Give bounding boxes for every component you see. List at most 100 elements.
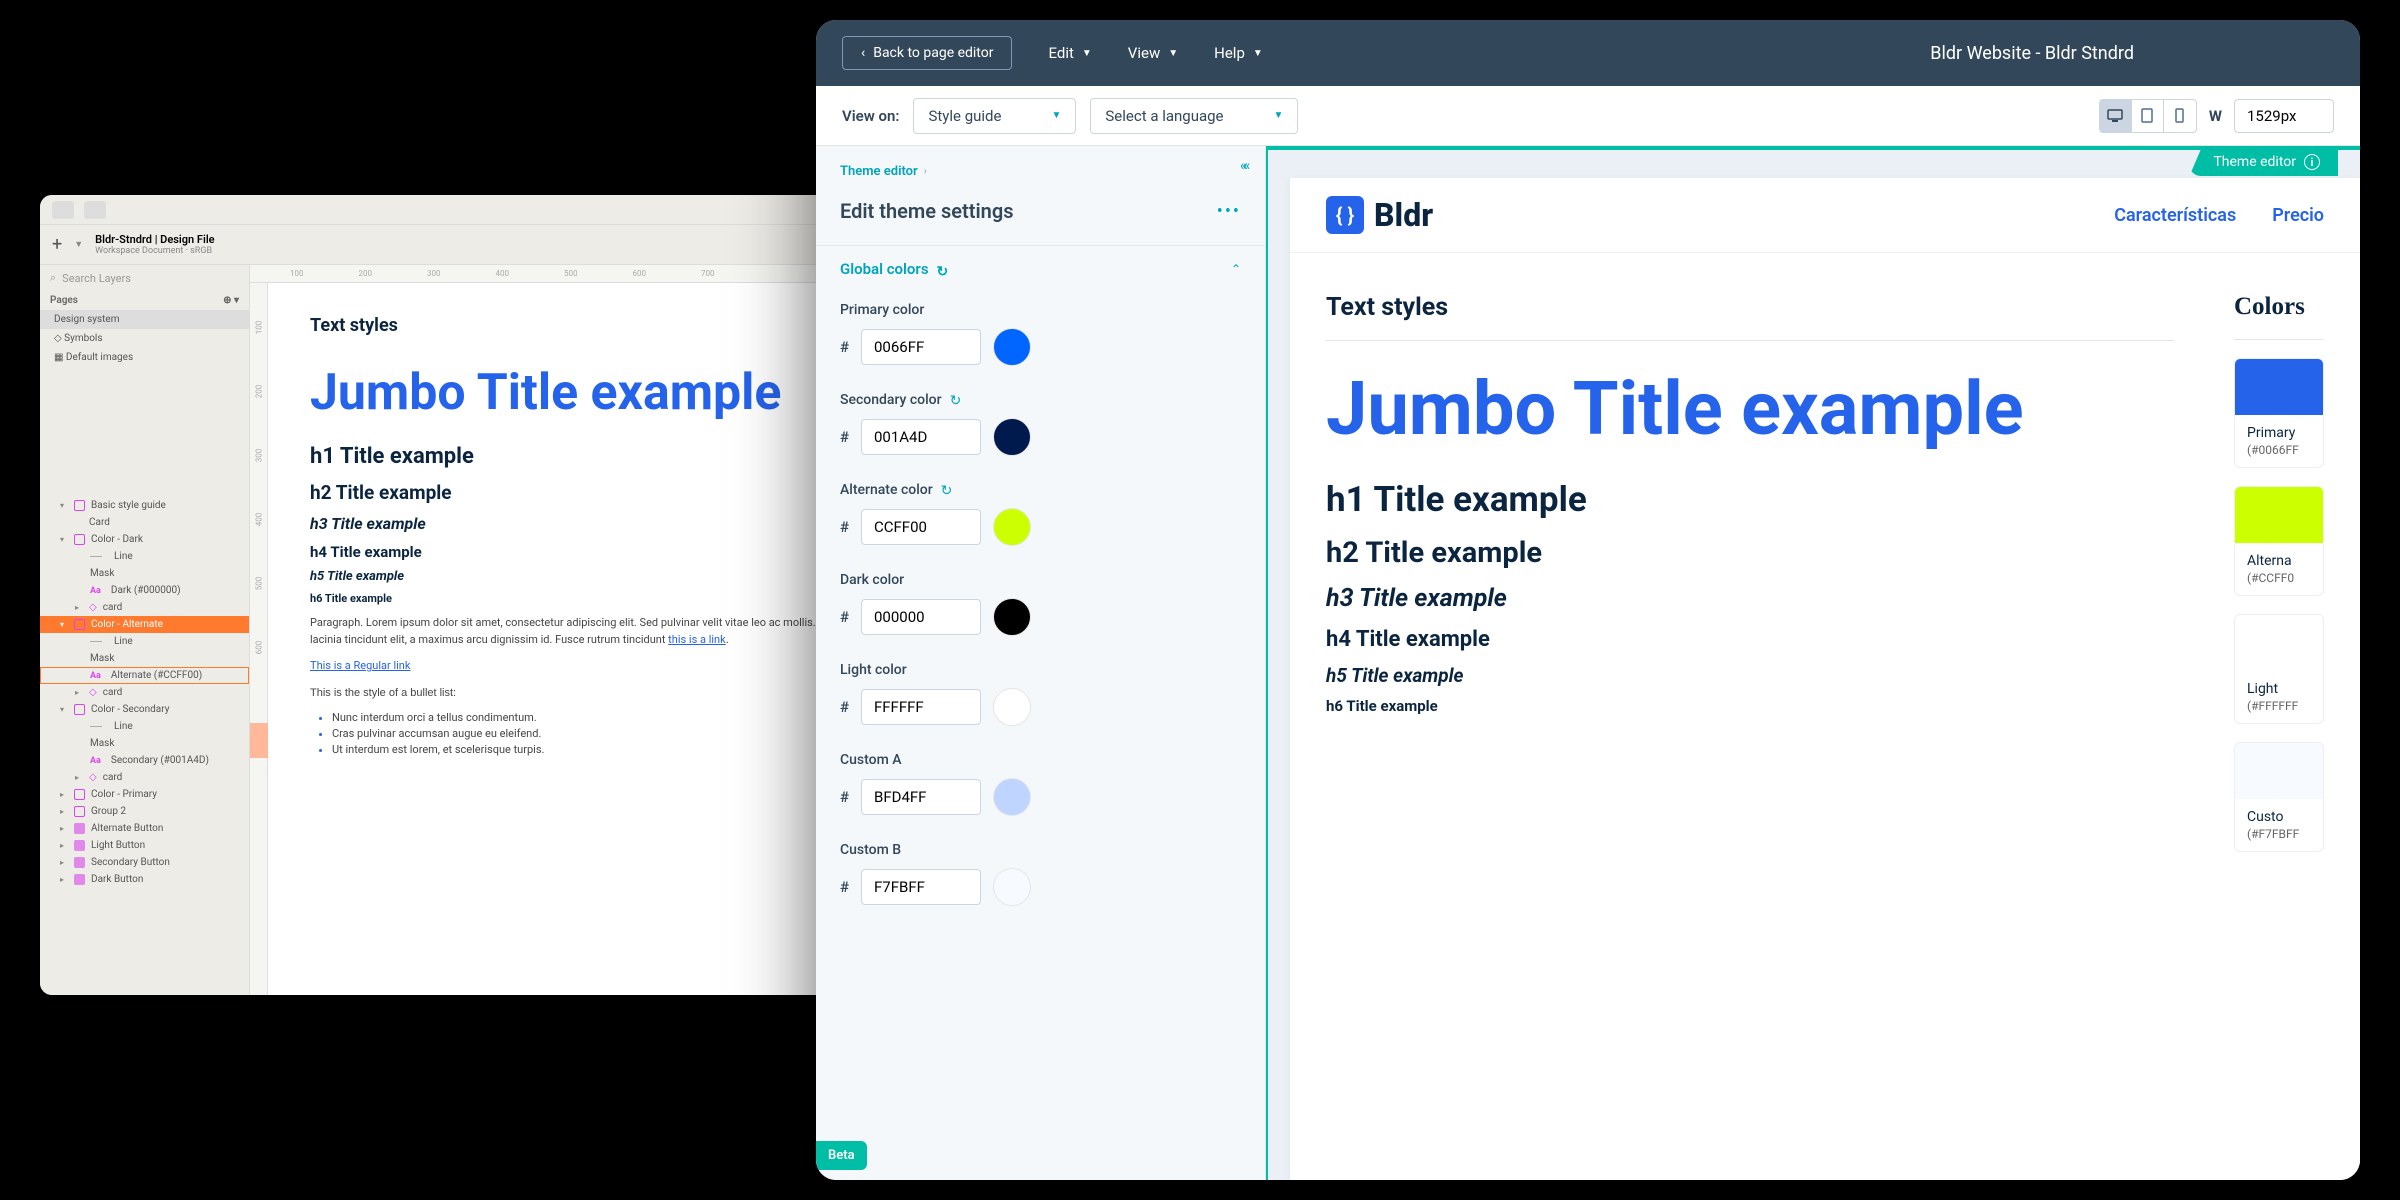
- hash-label: #: [840, 698, 849, 716]
- preview-h3: h3 Title example: [1326, 584, 2174, 613]
- menu-help[interactable]: Help ▼: [1214, 44, 1263, 62]
- layer-item[interactable]: Mask: [40, 565, 249, 582]
- viewport-tablet-button[interactable]: [2132, 100, 2164, 132]
- layer-item[interactable]: AaDark (#000000): [40, 582, 249, 599]
- color-swatch-large: [2235, 743, 2323, 799]
- add-page-button[interactable]: +: [52, 234, 62, 255]
- layer-item[interactable]: ▾Color - Alternate: [40, 616, 249, 633]
- color-swatch[interactable]: [993, 688, 1031, 726]
- color-card: Alterna(#CCFF0: [2234, 486, 2324, 596]
- language-dropdown[interactable]: Select a language▼: [1090, 98, 1298, 134]
- layer-item[interactable]: ▸Color - Primary: [40, 786, 249, 803]
- layer-item[interactable]: Card: [40, 514, 249, 531]
- layer-item[interactable]: AaAlternate (#CCFF00): [40, 667, 249, 684]
- color-name: Light: [2247, 681, 2311, 697]
- color-hex-input[interactable]: [861, 869, 981, 905]
- nav-link[interactable]: Precio: [2272, 205, 2324, 226]
- collapse-panel-button[interactable]: ««: [1240, 158, 1247, 174]
- color-hex: (#0066FF: [2247, 443, 2311, 457]
- color-swatch[interactable]: [993, 868, 1031, 906]
- layer-item[interactable]: ▸◇card: [40, 599, 249, 616]
- color-field: Custom A#: [816, 742, 1265, 832]
- page-item[interactable]: Design system: [40, 310, 249, 329]
- vertical-ruler: 100200300400500600: [250, 283, 268, 995]
- breadcrumb[interactable]: Theme editor›: [816, 146, 1265, 189]
- layer-item[interactable]: Line: [40, 633, 249, 650]
- page-item[interactable]: ◇ Symbols: [40, 329, 249, 348]
- layer-item[interactable]: Line: [40, 548, 249, 565]
- grid-icon[interactable]: [84, 201, 106, 219]
- color-field: Primary color#: [816, 292, 1265, 382]
- more-options-button[interactable]: •••: [1217, 201, 1241, 222]
- inline-link[interactable]: this is a link: [668, 633, 726, 646]
- color-hex-input[interactable]: [861, 509, 981, 545]
- search-layers[interactable]: ⌕Search Layers: [40, 265, 249, 291]
- color-swatch[interactable]: [993, 328, 1031, 366]
- layer-item[interactable]: ▸Alternate Button: [40, 820, 249, 837]
- back-to-page-editor-button[interactable]: ‹Back to page editor: [842, 36, 1012, 70]
- layer-item[interactable]: Mask: [40, 650, 249, 667]
- h3-example: h3 Title example: [310, 514, 880, 533]
- sidebar-toggle-icon[interactable]: [52, 201, 74, 219]
- add-page-icon[interactable]: ⊕ ▾: [223, 295, 239, 306]
- layer-item[interactable]: ▸Secondary Button: [40, 854, 249, 871]
- color-swatch[interactable]: [993, 508, 1031, 546]
- field-label: Custom A: [840, 752, 1241, 768]
- color-hex: (#F7FBFF: [2247, 827, 2311, 841]
- list-item: Cras pulvinar accumsan augue eu eleifend…: [332, 727, 880, 740]
- field-label: Dark color: [840, 572, 1241, 588]
- layer-item[interactable]: ▸Group 2: [40, 803, 249, 820]
- layer-item[interactable]: ▸Light Button: [40, 837, 249, 854]
- color-hex-input[interactable]: [861, 689, 981, 725]
- color-swatch[interactable]: [993, 598, 1031, 636]
- color-hex-input[interactable]: [861, 779, 981, 815]
- color-hex-input[interactable]: [861, 329, 981, 365]
- menu-view[interactable]: View ▼: [1128, 44, 1178, 62]
- color-field: Custom B#: [816, 832, 1265, 922]
- color-card: Custo (#F7FBFF: [2234, 742, 2324, 852]
- layer-item[interactable]: ▾Color - Dark: [40, 531, 249, 548]
- viewport-desktop-button[interactable]: [2100, 100, 2132, 132]
- design-tool-header: + ▼ Bldr-Stndrd | Design File Workspace …: [40, 225, 890, 265]
- viewon-label: View on:: [842, 107, 899, 125]
- website-preview: { } Bldr CaracterísticasPrecio Text styl…: [1290, 178, 2360, 1180]
- layer-item[interactable]: ▸Dark Button: [40, 871, 249, 888]
- sync-icon: [950, 393, 964, 407]
- hash-label: #: [840, 518, 849, 536]
- document-title: Bldr-Stndrd | Design File: [95, 233, 214, 246]
- color-name: Custo: [2247, 809, 2311, 825]
- color-field: Light color#: [816, 652, 1265, 742]
- site-logo[interactable]: { } Bldr: [1326, 196, 1433, 234]
- preview-h4: h4 Title example: [1326, 627, 2174, 652]
- layer-item[interactable]: ▸◇card: [40, 684, 249, 701]
- layer-item[interactable]: ▸◇card: [40, 769, 249, 786]
- layer-group-basic-style-guide[interactable]: ▾Basic style guide: [40, 497, 249, 514]
- color-hex-input[interactable]: [861, 419, 981, 455]
- color-swatch[interactable]: [993, 778, 1031, 816]
- search-icon: ⌕: [50, 271, 56, 285]
- global-colors-accordion[interactable]: Global colors ⌃: [816, 245, 1265, 292]
- color-swatch[interactable]: [993, 418, 1031, 456]
- page-item[interactable]: ▦ Default images: [40, 348, 249, 367]
- group-icon: [74, 500, 85, 511]
- design-canvas[interactable]: 100200300400500600700 100200300400500600…: [250, 265, 890, 995]
- layer-item[interactable]: AaSecondary (#001A4D): [40, 752, 249, 769]
- artboard-content: Text styles Jumbo Title example h1 Title…: [310, 315, 880, 759]
- bullet-list: Nunc interdum orci a tellus condimentum.…: [332, 711, 880, 756]
- cms-toolbar: View on: Style guide▼ Select a language▼…: [816, 86, 2360, 146]
- preview-h2: h2 Title example: [1326, 536, 2174, 570]
- layer-item[interactable]: Mask: [40, 735, 249, 752]
- h4-example: h4 Title example: [310, 543, 880, 561]
- style-guide-dropdown[interactable]: Style guide▼: [913, 98, 1076, 134]
- chevron-down-icon[interactable]: ▼: [74, 239, 83, 250]
- menu-edit[interactable]: Edit ▼: [1048, 44, 1091, 62]
- width-input[interactable]: [2234, 99, 2334, 133]
- jumbo-title: Jumbo Title example: [310, 366, 880, 420]
- nav-link[interactable]: Características: [2114, 205, 2236, 226]
- layer-item[interactable]: ▾Color - Secondary: [40, 701, 249, 718]
- viewport-mobile-button[interactable]: [2164, 100, 2196, 132]
- regular-link[interactable]: This is a Regular link: [310, 659, 410, 672]
- layer-item[interactable]: Line: [40, 718, 249, 735]
- color-hex-input[interactable]: [861, 599, 981, 635]
- info-icon[interactable]: i: [2304, 154, 2320, 170]
